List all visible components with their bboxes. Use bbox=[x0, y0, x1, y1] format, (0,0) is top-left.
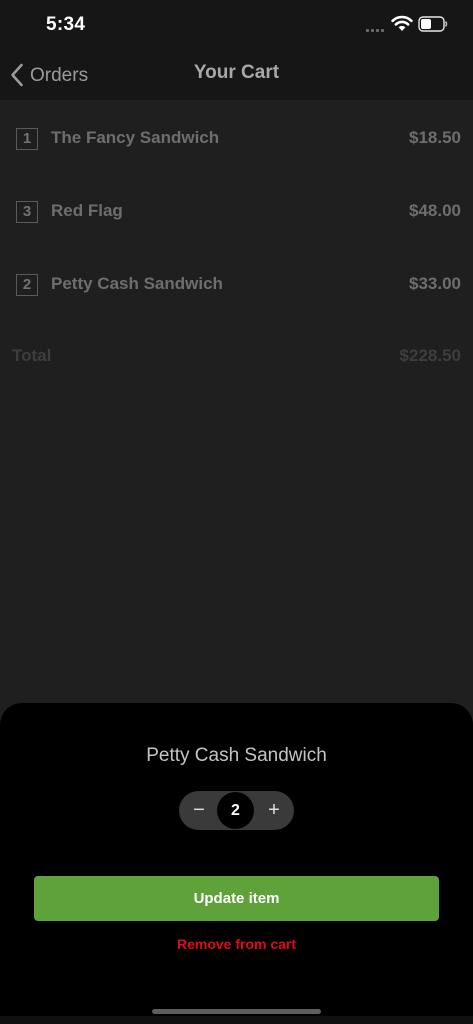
quantity-value: 2 bbox=[217, 792, 254, 829]
decrement-button[interactable]: − bbox=[180, 791, 218, 830]
page-title: Your Cart bbox=[193, 62, 280, 83]
update-item-button[interactable]: Update item bbox=[34, 876, 439, 921]
quantity-stepper: − 2 + bbox=[179, 791, 294, 830]
status-time: 5:34 bbox=[46, 14, 86, 35]
total-label: Total bbox=[12, 346, 52, 365]
battery-icon bbox=[418, 16, 448, 32]
item-quantity-badge: 3 bbox=[16, 201, 38, 223]
wifi-icon bbox=[391, 15, 413, 31]
top-bar: 5:34 Orders Your Cart bbox=[0, 0, 473, 100]
cart-item-row[interactable]: 2 Petty Cash Sandwich $33.00 bbox=[0, 266, 473, 306]
item-price: $33.00 bbox=[409, 274, 461, 293]
edit-item-sheet: Petty Cash Sandwich − 2 + Update item Re… bbox=[0, 703, 473, 1024]
sheet-item-title: Petty Cash Sandwich bbox=[146, 745, 327, 766]
cart-total-row: Total $228.50 bbox=[0, 344, 473, 374]
item-price: $48.00 bbox=[409, 201, 461, 220]
total-value: $228.50 bbox=[399, 346, 461, 365]
cellular-signal-icon bbox=[366, 27, 386, 32]
item-name: The Fancy Sandwich bbox=[51, 128, 220, 147]
cart-item-row[interactable]: 3 Red Flag $48.00 bbox=[0, 193, 473, 233]
remove-from-cart-button[interactable]: Remove from cart bbox=[0, 936, 473, 952]
cart-screen: 5:34 Orders Your Cart 1 The Fancy Sandwi… bbox=[0, 0, 473, 1024]
item-price: $18.50 bbox=[409, 128, 461, 147]
home-indicator[interactable] bbox=[152, 1009, 321, 1014]
cart-item-row[interactable]: 1 The Fancy Sandwich $18.50 bbox=[0, 120, 473, 160]
increment-button[interactable]: + bbox=[255, 791, 293, 830]
item-name: Petty Cash Sandwich bbox=[51, 274, 223, 293]
item-quantity-badge: 1 bbox=[16, 128, 38, 150]
bottom-safe-area bbox=[0, 1016, 473, 1024]
item-quantity-badge: 2 bbox=[16, 274, 38, 296]
item-name: Red Flag bbox=[51, 201, 123, 220]
